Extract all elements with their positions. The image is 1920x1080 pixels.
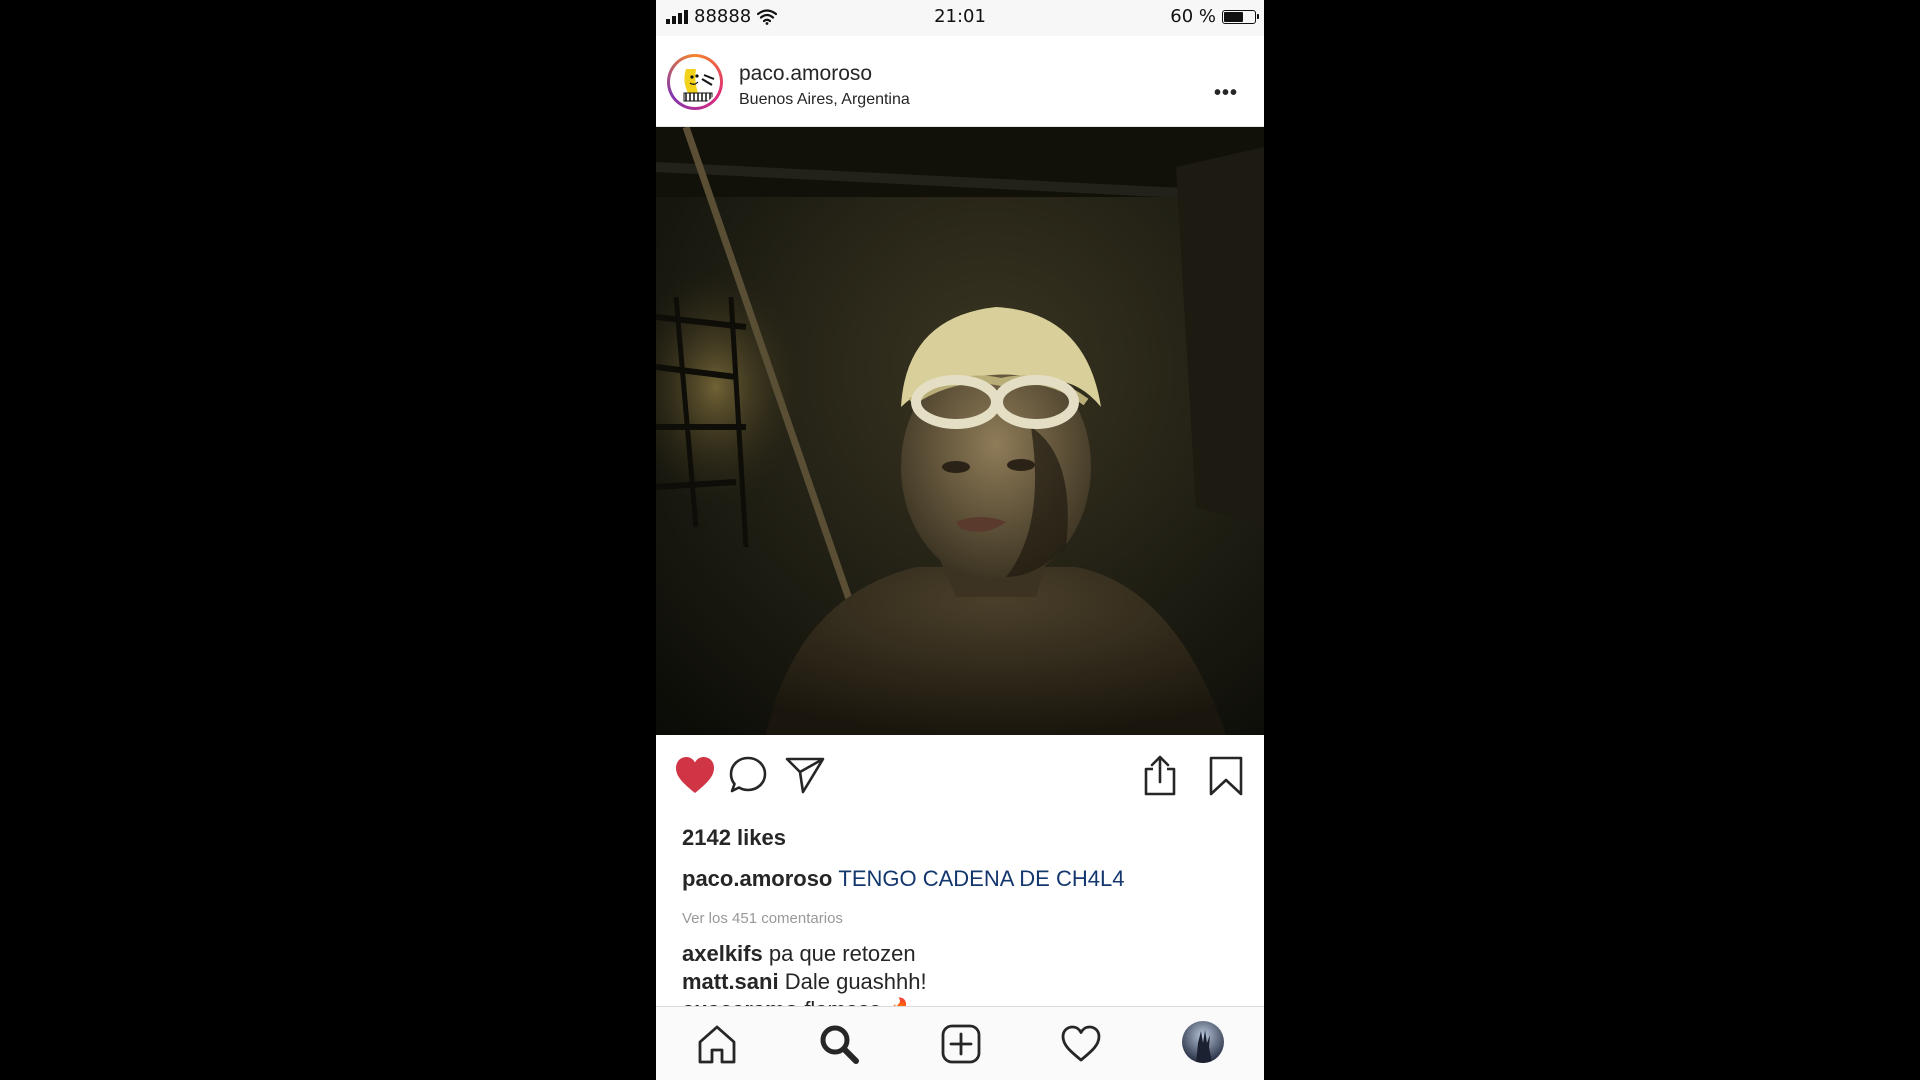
caption-text: TENGO CADENA DE CH4L4	[838, 866, 1125, 891]
send-icon[interactable]	[784, 755, 826, 795]
avatar-banana-icon	[672, 59, 718, 105]
new-post-icon[interactable]	[940, 1023, 982, 1065]
phone-screen: 88888 21:01 60 % paco.amoroso Buenos Air…	[656, 0, 1264, 1080]
battery-percent: 60 %	[1170, 6, 1216, 27]
comment-username[interactable]: cuscaramo	[682, 997, 798, 1006]
post-photo[interactable]	[656, 127, 1264, 735]
comment-icon[interactable]	[728, 755, 768, 795]
avatar[interactable]	[672, 59, 718, 105]
post-caption: paco.amoroso TENGO CADENA DE CH4L4	[682, 866, 1124, 892]
comment-list: axelkifs pa que retozen matt.sani Dale g…	[682, 940, 1242, 1006]
tab-bar	[656, 1006, 1264, 1080]
comment-item: cuscaramo flamaso 🔥	[682, 996, 1242, 1006]
search-icon[interactable]	[818, 1023, 860, 1065]
comment-item: matt.sani Dale guashhh!	[682, 968, 1242, 996]
comment-item: axelkifs pa que retozen	[682, 940, 1242, 968]
battery-icon	[1222, 9, 1259, 24]
comment-text: Dale guashhh!	[784, 969, 927, 994]
activity-icon[interactable]	[1060, 1023, 1102, 1065]
status-bar: 88888 21:01 60 %	[656, 0, 1264, 36]
post-actions	[656, 755, 1264, 815]
post-username[interactable]: paco.amoroso	[739, 62, 872, 86]
battery-fill	[1224, 11, 1244, 22]
home-icon[interactable]	[696, 1023, 738, 1065]
view-comments-link[interactable]: Ver los 451 comentarios	[682, 910, 843, 927]
profile-icon[interactable]	[1182, 1021, 1224, 1063]
likes-count[interactable]: 2142 likes	[682, 825, 786, 851]
more-options-button[interactable]: •••	[1214, 82, 1238, 105]
comment-text: pa que retozen	[768, 941, 916, 966]
share-icon[interactable]	[1140, 755, 1180, 797]
bookmark-icon[interactable]	[1206, 755, 1246, 797]
story-ring[interactable]	[667, 54, 723, 110]
comment-username[interactable]: axelkifs	[682, 941, 763, 966]
heart-icon[interactable]	[674, 755, 716, 795]
comment-username[interactable]: matt.sani	[682, 969, 779, 994]
caption-username[interactable]: paco.amoroso	[682, 866, 832, 891]
post-header: paco.amoroso Buenos Aires, Argentina •••	[656, 36, 1264, 127]
post-location[interactable]: Buenos Aires, Argentina	[739, 91, 910, 109]
profile-avatar-image	[1182, 1021, 1224, 1063]
status-right: 60 %	[1170, 6, 1259, 27]
post-image	[656, 127, 1264, 735]
comment-text: flamaso 🔥	[804, 997, 915, 1006]
